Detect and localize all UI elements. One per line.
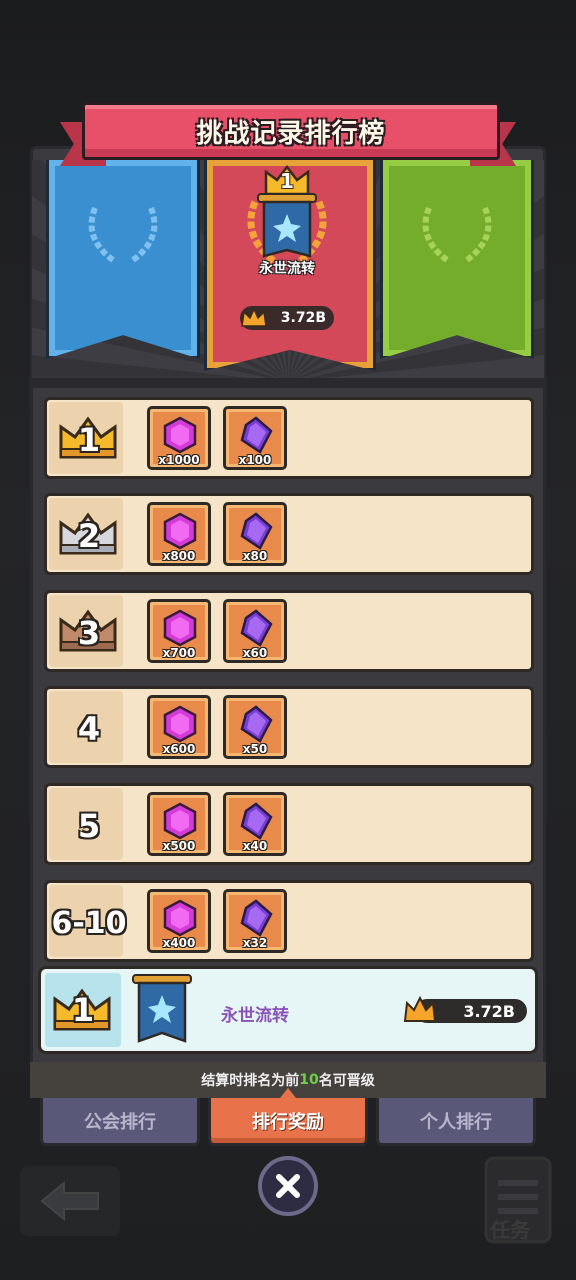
tab-label: 公会排行 [84, 1111, 156, 1133]
podium-score-value: 3.72B [280, 310, 326, 326]
rank-number: 6-10 [51, 905, 127, 941]
reward-item-gem[interactable]: x500 [147, 792, 211, 856]
purple-crystal-icon [240, 609, 273, 647]
item-quantity: x60 [242, 646, 268, 660]
pink-gem-icon [163, 416, 197, 454]
purple-crystal-icon [240, 802, 273, 840]
my-guild-row[interactable]: 1 永世流转 3.72B [38, 966, 538, 1054]
rank-number: 5 [77, 807, 101, 845]
reward-item-gem[interactable]: x800 [147, 502, 211, 566]
reward-item-crystal[interactable]: x80 [223, 502, 287, 566]
reward-row: 1 x1000 x100 [44, 397, 534, 479]
rank-number: 4 [77, 710, 101, 748]
close-icon [276, 1174, 300, 1198]
rank-box: 4 [49, 691, 123, 763]
rank-box: 5 [49, 788, 123, 860]
item-quantity: x800 [162, 549, 196, 563]
rank-number: 1 [77, 421, 101, 459]
item-quantity: x500 [162, 839, 196, 853]
reward-item-gem[interactable]: x600 [147, 695, 211, 759]
item-quantity: x50 [242, 742, 268, 756]
reward-item-crystal[interactable]: x60 [223, 599, 287, 663]
reward-row: 4 x600 x50 [44, 686, 534, 768]
reward-item-gem[interactable]: x700 [147, 599, 211, 663]
reward-item-gem[interactable]: x400 [147, 889, 211, 953]
my-rank-box: 1 [45, 973, 121, 1047]
laurel-icon [88, 206, 158, 263]
rank-box: 3 [49, 595, 123, 667]
back-arrow-icon [40, 1180, 99, 1222]
pink-gem-icon [163, 609, 197, 647]
tab-personal-ranking[interactable]: 个人排行 [376, 1098, 536, 1146]
back-button[interactable] [20, 1166, 120, 1236]
pink-gem-icon [163, 802, 197, 840]
promotion-text-before: 结算时排名为前 [201, 1073, 300, 1089]
rank-box: 2 [49, 498, 123, 570]
podium-banner-empty-right [380, 160, 534, 359]
tab-guild-ranking[interactable]: 公会排行 [40, 1098, 200, 1146]
item-quantity: x100 [238, 453, 272, 467]
reward-row: 6-10 x400 x32 [44, 880, 534, 962]
promotion-text-after: 名可晋级 [318, 1073, 375, 1089]
tab-ranking-rewards[interactable]: 排行奖励 [208, 1098, 368, 1146]
reward-row: 2 x800 x80 [44, 493, 534, 575]
rank-number: 3 [77, 614, 101, 652]
reward-row: 5 x500 x40 [44, 783, 534, 865]
page-title: 挑战记录排行榜 [196, 118, 386, 149]
title-ribbon: 挑战记录排行榜 [82, 102, 500, 160]
podium-banner-empty-left [46, 160, 200, 359]
tab-label: 个人排行 [420, 1111, 492, 1133]
purple-crystal-icon [240, 899, 273, 937]
item-quantity: x700 [162, 646, 196, 660]
reward-item-crystal[interactable]: x40 [223, 792, 287, 856]
task-label: 任务 [490, 1218, 530, 1242]
purple-crystal-icon [240, 705, 273, 743]
tab-label: 排行奖励 [252, 1111, 324, 1133]
podium-floor [32, 378, 544, 388]
close-button[interactable] [258, 1156, 318, 1216]
purple-crystal-icon [240, 416, 273, 454]
purple-crystal-icon [240, 512, 273, 550]
reward-item-crystal[interactable]: x50 [223, 695, 287, 759]
reward-item-gem[interactable]: x1000 [147, 406, 211, 470]
rank-number: 2 [77, 517, 101, 555]
podium-guild-name: 永世流转 [259, 261, 315, 277]
laurel-icon [422, 206, 492, 263]
rank-box: 1 [49, 402, 123, 474]
reward-row: 3 x700 x60 [44, 590, 534, 672]
rank-box: 6-10 [49, 885, 127, 957]
score-crown-icon [241, 307, 267, 327]
item-quantity: x400 [162, 936, 196, 950]
item-quantity: x600 [162, 742, 196, 756]
item-quantity: x80 [242, 549, 268, 563]
pink-gem-icon [163, 512, 197, 550]
guild-flag-icon [132, 974, 192, 1043]
pink-gem-icon [163, 705, 197, 743]
my-guild-name: 永世流转 [221, 1006, 289, 1026]
pink-gem-icon [163, 899, 197, 937]
item-quantity: x32 [242, 936, 268, 950]
my-rank-number: 1 [71, 991, 95, 1029]
reward-item-crystal[interactable]: x100 [223, 406, 287, 470]
promotion-highlight: 10 [299, 1072, 319, 1088]
score-crown-icon [403, 995, 437, 1022]
item-quantity: x40 [242, 839, 268, 853]
guild-flag-icon [257, 193, 317, 258]
reward-item-crystal[interactable]: x32 [223, 889, 287, 953]
item-quantity: x1000 [158, 453, 200, 467]
